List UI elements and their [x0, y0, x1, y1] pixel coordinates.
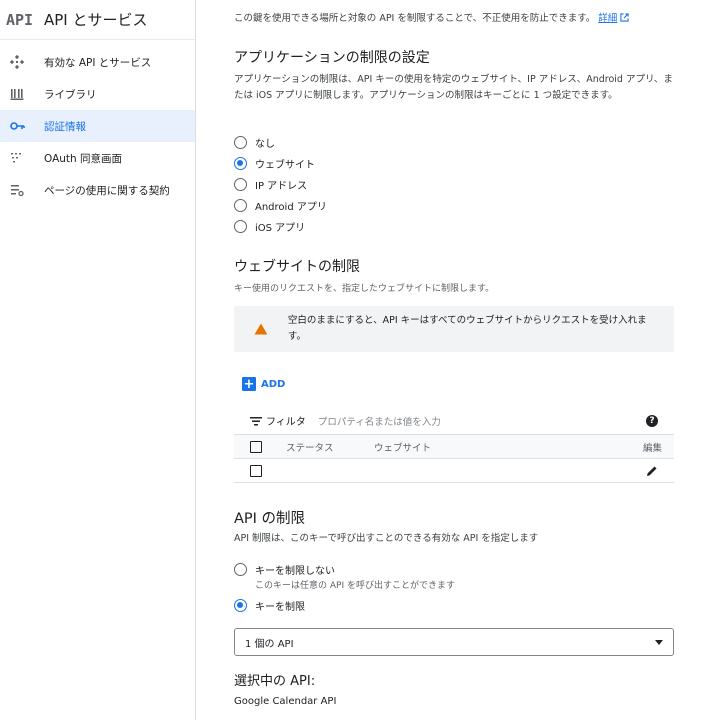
app-restrictions-description: アプリケーションの制限は、API キーの使用を特定のウェブサイト、IP アドレス…	[234, 74, 673, 101]
select-all-checkbox[interactable]	[250, 440, 262, 453]
api-logo: API	[6, 10, 34, 29]
radio-button[interactable]	[234, 157, 247, 170]
website-restrictions-description: キー使用のリクエストを、指定したウェブサイトに制限します。	[234, 284, 495, 294]
selected-api-item: Google Calendar API	[234, 696, 337, 707]
sidebar-item-label: OAuth 同意画面	[44, 152, 123, 165]
website-restrictions-title: ウェブサイトの制限	[234, 259, 360, 275]
radio-button[interactable]	[234, 136, 247, 149]
website-table: フィルタ プロパティ名または値を入力 ? ステータス ウェブサイト 編集	[234, 407, 674, 483]
filter-icon	[250, 416, 262, 425]
warning-text: 空白のままにすると、API キーはすべてのウェブサイトからリクエストを受け入れま…	[287, 315, 647, 342]
filter-label: フィルタ	[266, 417, 306, 428]
consent-screen-icon	[10, 151, 44, 165]
radio-android-app[interactable]: Android アプリ	[234, 195, 674, 216]
radio-dont-restrict-key[interactable]: キーを制限しない	[234, 560, 674, 578]
filter-bar: フィルタ プロパティ名または値を入力 ?	[234, 407, 674, 435]
sidebar-item-credentials[interactable]: 認証情報	[0, 110, 195, 142]
sidebar-item-enabled-apis[interactable]: 有効な API とサービス	[0, 46, 195, 78]
radio-button[interactable]	[234, 562, 247, 576]
api-restrictions-title: API の制限	[234, 511, 306, 527]
app-restrictions-title: アプリケーションの制限の設定	[234, 50, 430, 66]
restriction-notice: この鍵を使用できる場所と対象の API を制限することで、不正使用を防止できます…	[234, 10, 674, 24]
radio-restrict-key[interactable]: キーを制限	[234, 595, 674, 616]
notice-text: この鍵を使用できる場所と対象の API を制限することで、不正使用を防止できます…	[234, 13, 596, 24]
api-select-dropdown[interactable]: 1 個の API	[234, 628, 674, 656]
select-value: 1 個の API	[245, 638, 294, 650]
library-icon	[10, 87, 44, 101]
radio-website[interactable]: ウェブサイト	[234, 153, 674, 174]
sidebar-item-oauth-consent[interactable]: OAuth 同意画面	[0, 142, 195, 174]
sidebar-item-label: ライブラリ	[44, 88, 97, 101]
edit-pencil-icon[interactable]	[646, 465, 658, 477]
sidebar-item-library[interactable]: ライブラリ	[0, 78, 195, 110]
dashboard-icon	[10, 55, 44, 69]
key-icon	[10, 121, 44, 131]
sidebar-header: API API とサービス	[0, 0, 195, 40]
sidebar: API API とサービス 有効な API とサービス ライブラリ 認証情報 O…	[0, 0, 196, 720]
filter-input[interactable]: プロパティ名または値を入力	[318, 414, 646, 428]
table-header: ステータス ウェブサイト 編集	[234, 435, 674, 459]
table-row	[234, 459, 674, 483]
radio-none[interactable]: なし	[234, 132, 674, 153]
help-icon[interactable]: ?	[646, 414, 658, 427]
radio-button[interactable]	[234, 178, 247, 191]
sidebar-item-label: 有効な API とサービス	[44, 56, 152, 69]
warning-icon	[254, 323, 268, 335]
api-restrictions-description: API 制限は、このキーで呼び出すことのできる有効な API を指定します	[234, 533, 539, 544]
add-website-button[interactable]: + ADD	[242, 376, 682, 392]
details-link[interactable]: 詳細	[598, 13, 617, 24]
dont-restrict-subtext: このキーは任意の API を呼び出すことができます	[255, 581, 455, 591]
selected-apis-title: 選択中の API:	[234, 674, 316, 689]
column-website: ウェブサイト	[374, 442, 432, 454]
sidebar-item-label: ページの使用に関する契約	[44, 184, 170, 197]
agreement-icon	[10, 183, 44, 197]
sidebar-item-page-usage-agreements[interactable]: ページの使用に関する契約	[0, 174, 195, 206]
add-icon: +	[242, 376, 256, 392]
radio-ios-app[interactable]: iOS アプリ	[234, 216, 674, 237]
column-edit: 編集	[642, 442, 662, 454]
radio-button[interactable]	[234, 599, 247, 612]
app-restriction-options: なし ウェブサイト IP アドレス Android アプリ iOS アプリ	[234, 132, 674, 237]
row-checkbox[interactable]	[250, 464, 262, 477]
column-status: ステータス	[286, 442, 334, 454]
radio-ip-address[interactable]: IP アドレス	[234, 174, 674, 195]
warning-banner: 空白のままにすると、API キーはすべてのウェブサイトからリクエストを受け入れま…	[234, 306, 674, 352]
radio-button[interactable]	[234, 220, 247, 233]
main-content: この鍵を使用できる場所と対象の API を制限することで、不正使用を防止できます…	[197, 0, 720, 720]
sidebar-item-label: 認証情報	[44, 120, 86, 133]
api-restriction-options: キーを制限しない このキーは任意の API を呼び出すことができます キーを制限	[234, 560, 674, 616]
dropdown-arrow-icon	[655, 640, 663, 645]
external-link-icon	[620, 13, 629, 22]
radio-button[interactable]	[234, 199, 247, 212]
sidebar-title: API とサービス	[44, 11, 148, 29]
